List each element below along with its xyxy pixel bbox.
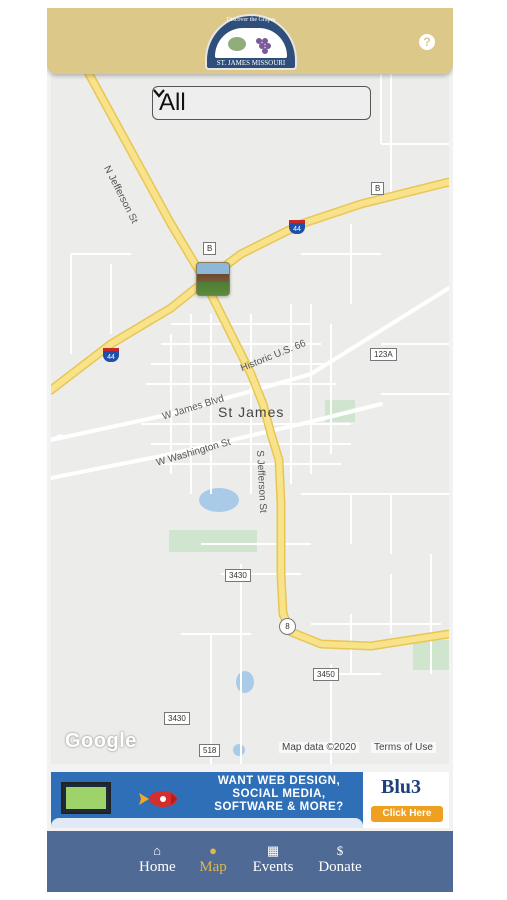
click-here-button[interactable]: Click Here [371,806,443,822]
route-b-shield: B [371,182,385,195]
nav-item-home[interactable]: ⌂ Home [139,843,176,876]
interstate-44-shield: 44 [289,220,305,234]
city-label: St James [218,404,285,420]
google-logo: Google [65,730,137,752]
calendar-icon: ▦ [266,843,280,858]
nav-item-label: Donate [318,859,362,875]
app-screen: Discover the Grapes ST. JAMES MISSOURI ? [47,8,453,892]
map-data-attribution: Map data ©2020 [279,742,360,753]
route-8-shield: 8 [279,618,296,635]
banner-headline: WANT WEB DESIGN, SOCIAL MEDIA, SOFTWARE … [189,775,369,814]
logo-tagline: Discover the Grapes [226,17,276,23]
nav-item-events[interactable]: ▦ Events [250,843,296,876]
question-circle-icon[interactable]: ? [419,34,435,50]
logo-name: ST. JAMES MISSOURI [216,59,286,67]
nav-item-label: Home [139,859,176,875]
bottom-nav: ⌂ Home ● Map ▦ Events $ Donate [47,831,453,892]
map-terms-link[interactable]: Terms of Use [371,742,436,753]
route-123a-shield: 123A [370,348,397,361]
category-filter-select[interactable]: All [152,86,371,120]
globe-icon: ● [209,843,217,858]
nav-item-map[interactable]: ● Map [197,843,229,876]
nav-item-donate[interactable]: $ Donate [317,843,363,876]
route-518-shield: 518 [199,744,221,757]
banner-line-3: SOFTWARE & MORE? [214,801,344,813]
winery-map-marker[interactable] [196,262,230,296]
nav-item-label: Events [252,859,294,875]
map-view[interactable]: All N Jefferson St S Jefferson St W Jame… [51,74,449,764]
route-3450-shield: 3450 [313,668,339,681]
app-header: Discover the Grapes ST. JAMES MISSOURI ? [47,8,453,74]
monitor-icon [61,782,111,814]
dollar-icon: $ [336,843,344,858]
banner-line-2: SOCIAL MEDIA, [232,788,326,800]
rocket-icon [139,791,177,807]
st-james-logo[interactable]: Discover the Grapes ST. JAMES MISSOURI [205,14,297,70]
blu3-logo: Blu3 [381,776,422,798]
route-3430-shield: 3430 [225,569,251,582]
banner-clouds [51,818,363,828]
route-3430-shield: 3430 [164,712,190,725]
home-icon: ⌂ [153,843,161,858]
ad-banner[interactable]: WANT WEB DESIGN, SOCIAL MEDIA, SOFTWARE … [51,772,449,828]
banner-brand-panel: Blu3 Click Here [363,772,449,828]
interstate-44-shield: 44 [103,348,119,362]
logo-grapes-art [215,28,287,58]
nav-item-label: Map [199,859,227,875]
grapes-icon [228,37,271,54]
chevron-down-icon [153,89,165,98]
banner-line-1: WANT WEB DESIGN, [217,775,341,787]
route-b-shield: B [203,242,217,255]
